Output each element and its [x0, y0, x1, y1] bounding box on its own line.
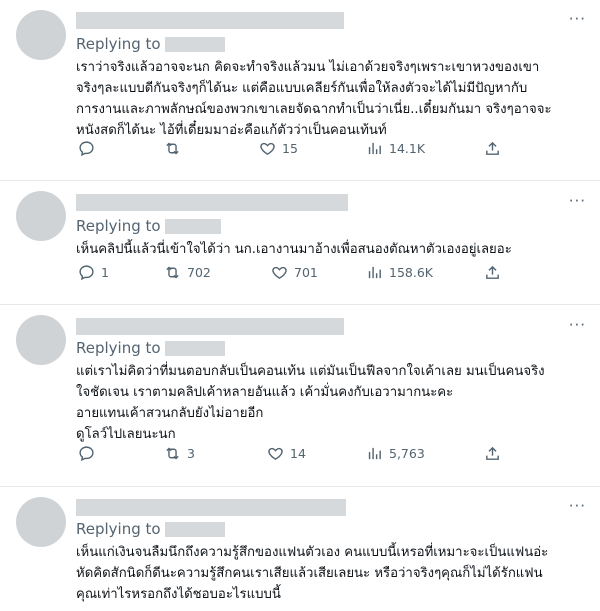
avatar[interactable]: [16, 10, 66, 60]
views-button[interactable]: 14.1K: [366, 140, 425, 157]
replying-to-label: Replying to: [76, 520, 161, 538]
like-count: 701: [294, 264, 318, 280]
reply-button[interactable]: [78, 140, 101, 157]
reply-tweet-3[interactable]: ··· Replying to แต่เราไม่คิดว่าที่มนตอบก…: [0, 305, 600, 487]
views-button[interactable]: 5,763: [366, 445, 425, 462]
replying-to-label: Replying to: [76, 339, 161, 357]
redacted-username: [76, 12, 344, 29]
reply-bubble-icon: [79, 445, 94, 461]
like-button[interactable]: 14: [267, 445, 306, 462]
share-button[interactable]: [484, 264, 501, 281]
redacted-username: [76, 318, 344, 335]
views-chart-icon: [368, 142, 381, 154]
retweet-icon: [166, 266, 179, 278]
view-count: 14.1K: [389, 140, 426, 156]
retweet-button[interactable]: 702: [164, 264, 211, 281]
retweet-button[interactable]: 3: [164, 445, 195, 462]
view-count: 158.6K: [389, 264, 433, 280]
more-dots-icon[interactable]: ···: [569, 10, 586, 28]
like-button[interactable]: 701: [271, 264, 318, 281]
share-icon: [486, 141, 499, 155]
reply-bubble-icon: [79, 264, 94, 280]
replying-to-label: Replying to: [76, 35, 161, 53]
heart-icon: [260, 142, 275, 155]
heart-icon: [272, 266, 287, 279]
heart-icon: [268, 447, 283, 460]
replying-to-row: Replying to: [76, 520, 225, 538]
more-dots-icon[interactable]: ···: [569, 192, 586, 210]
replying-to-row: Replying to: [76, 35, 225, 53]
views-chart-icon: [368, 266, 381, 278]
views-button[interactable]: 158.6K: [366, 264, 433, 281]
avatar[interactable]: [16, 191, 66, 241]
avatar[interactable]: [16, 497, 66, 547]
share-button[interactable]: [484, 445, 501, 462]
more-dots-icon[interactable]: ···: [569, 497, 586, 515]
replying-to-row: Replying to: [76, 217, 221, 235]
reply-tweet-1[interactable]: ··· Replying to เราว่าจริงแล้วอาจจะนก คิ…: [0, 0, 600, 181]
redacted-handle[interactable]: [164, 218, 221, 234]
share-button[interactable]: [484, 140, 501, 157]
redacted-handle[interactable]: [164, 521, 225, 537]
reply-button[interactable]: 1: [78, 264, 109, 281]
replying-to-row: Replying to: [76, 339, 225, 357]
share-icon: [486, 446, 499, 460]
tweet-text: เราว่าจริงแล้วอาจจะนก คิดจะทำจริงแล้วมน …: [76, 60, 552, 138]
tweet-text: เห็นคลิปนี้แล้วนี่เข้าใจได้ว่า นก.เอางาน…: [76, 242, 512, 257]
view-count: 5,763: [389, 445, 425, 461]
retweet-icon: [166, 142, 179, 154]
replying-to-label: Replying to: [76, 217, 161, 235]
redacted-handle[interactable]: [164, 340, 225, 356]
retweet-count: 702: [187, 264, 211, 280]
reply-count: 1: [101, 264, 109, 280]
reply-bubble-icon: [79, 140, 94, 156]
share-icon: [486, 265, 499, 279]
retweet-icon: [166, 447, 179, 459]
reply-tweet-4[interactable]: ··· Replying to เห็นแก่เงินจนลืมนึกถึงคว…: [0, 487, 600, 611]
avatar[interactable]: [16, 315, 66, 365]
more-dots-icon[interactable]: ···: [569, 316, 586, 334]
like-count: 15: [282, 140, 298, 156]
tweet-text: แต่เราไม่คิดว่าที่มนตอบกลับเป็นคอนเท้น แ…: [76, 364, 545, 442]
retweet-button[interactable]: [164, 140, 187, 157]
like-count: 14: [290, 445, 306, 461]
redacted-handle[interactable]: [164, 36, 225, 52]
reply-button[interactable]: [78, 445, 101, 462]
redacted-username: [76, 194, 348, 211]
redacted-username: [76, 499, 346, 516]
views-chart-icon: [368, 447, 381, 459]
retweet-count: 3: [187, 445, 195, 461]
reply-tweet-2[interactable]: ··· Replying to เห็นคลิปนี้แล้วนี่เข้าใจ…: [0, 181, 600, 305]
tweet-text: เห็นแก่เงินจนลืมนึกถึงความรู้สึกของแฟนตั…: [76, 545, 549, 602]
like-button[interactable]: 15: [259, 140, 298, 157]
